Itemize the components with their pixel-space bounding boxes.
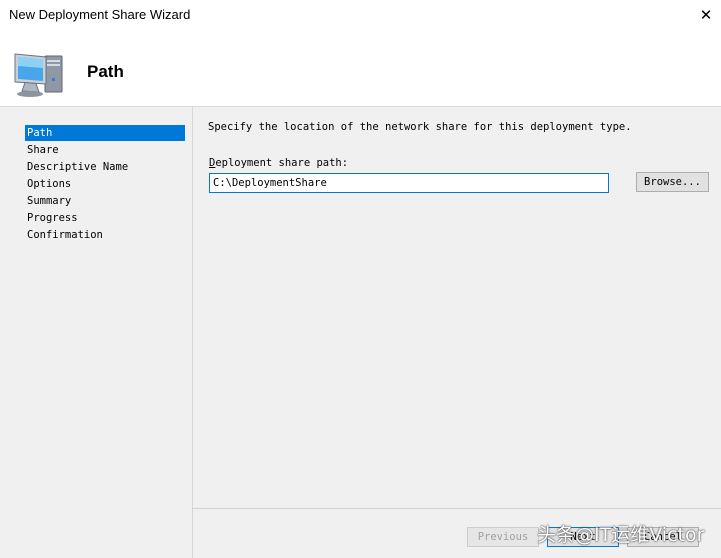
step-options[interactable]: Options [25, 176, 185, 192]
previous-button[interactable]: Previous [467, 527, 539, 547]
wizard-header: Path [0, 32, 721, 107]
page-title: Path [87, 62, 124, 81]
deployment-share-path-input[interactable] [209, 173, 609, 193]
step-descriptive-name[interactable]: Descriptive Name [25, 159, 185, 175]
computer-icon [14, 53, 63, 97]
step-share[interactable]: Share [25, 142, 185, 158]
path-field-label: Deployment share path: [209, 157, 348, 169]
label-rest: eployment share path: [215, 157, 349, 169]
title-bar: New Deployment Share Wizard ✕ [0, 0, 721, 32]
browse-button[interactable]: Browse... [636, 172, 709, 192]
footer-divider [192, 508, 721, 509]
step-summary[interactable]: Summary [25, 193, 185, 209]
instruction-text: Specify the location of the network shar… [208, 121, 632, 133]
step-progress[interactable]: Progress [25, 210, 185, 226]
watermark: 头条@IT运维Victor [537, 524, 705, 546]
step-path[interactable]: Path [25, 125, 185, 141]
step-confirmation[interactable]: Confirmation [25, 227, 185, 243]
window-title: New Deployment Share Wizard [9, 7, 191, 22]
close-icon[interactable]: ✕ [691, 0, 721, 30]
